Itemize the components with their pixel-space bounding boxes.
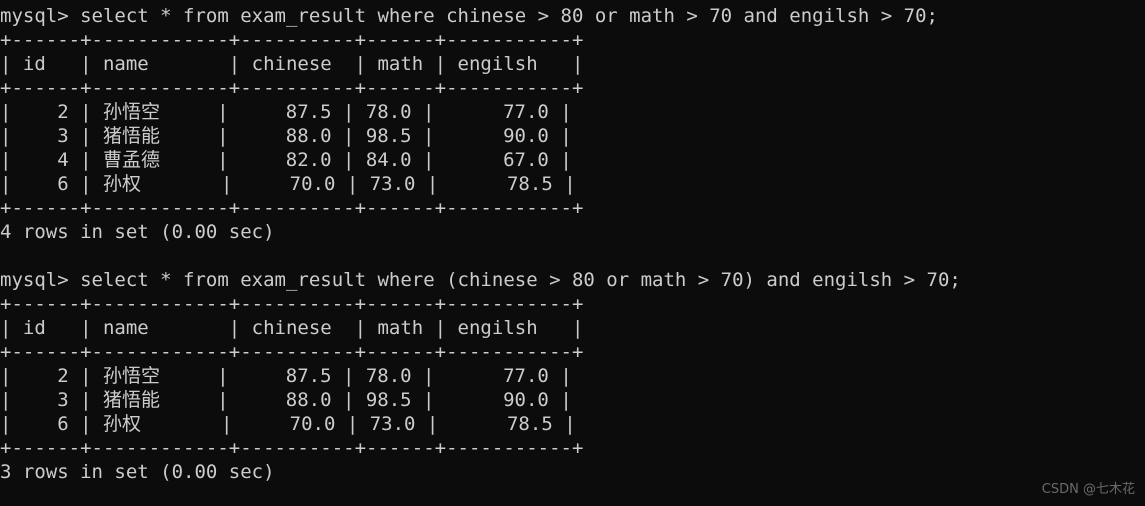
console-output: mysql> select * from exam_result where c… [0, 4, 961, 484]
table-rule-mid-2: +------+------------+----------+------+-… [0, 341, 584, 363]
table-rule-top-1: +------+------------+----------+------+-… [0, 29, 584, 51]
result-status-2: 3 rows in set (0.00 sec) [0, 461, 275, 483]
table-row: | 2 | 孙悟空 | 87.5 | 78.0 | 77.0 | [0, 101, 572, 123]
terminal-window[interactable]: mysql> select * from exam_result where c… [0, 0, 1145, 506]
table-row: | 6 | 孙权 | 70.0 | 73.0 | 78.5 | [0, 413, 576, 435]
table-row: | 4 | 曹孟德 | 82.0 | 84.0 | 67.0 | [0, 149, 572, 171]
table-rule-top-2: +------+------------+----------+------+-… [0, 293, 584, 315]
table-row: | 6 | 孙权 | 70.0 | 73.0 | 78.5 | [0, 173, 576, 195]
table-row: | 3 | 猪悟能 | 88.0 | 98.5 | 90.0 | [0, 389, 572, 411]
table-rule-bottom-2: +------+------------+----------+------+-… [0, 437, 584, 459]
command-line-2[interactable]: mysql> select * from exam_result where (… [0, 268, 961, 292]
table-rule-mid-1: +------+------------+----------+------+-… [0, 77, 584, 99]
table-header-row-1: | id | name | chinese | math | engilsh | [0, 53, 584, 75]
table-row: | 3 | 猪悟能 | 88.0 | 98.5 | 90.0 | [0, 125, 572, 147]
csdn-watermark: CSDN @七木花 [1041, 482, 1135, 497]
table-row: | 2 | 孙悟空 | 87.5 | 78.0 | 77.0 | [0, 365, 572, 387]
command-line-1[interactable]: mysql> select * from exam_result where c… [0, 4, 961, 28]
result-status-1: 4 rows in set (0.00 sec) [0, 221, 275, 243]
table-rule-bottom-1: +------+------------+----------+------+-… [0, 197, 584, 219]
table-header-row-2: | id | name | chinese | math | engilsh | [0, 317, 584, 339]
